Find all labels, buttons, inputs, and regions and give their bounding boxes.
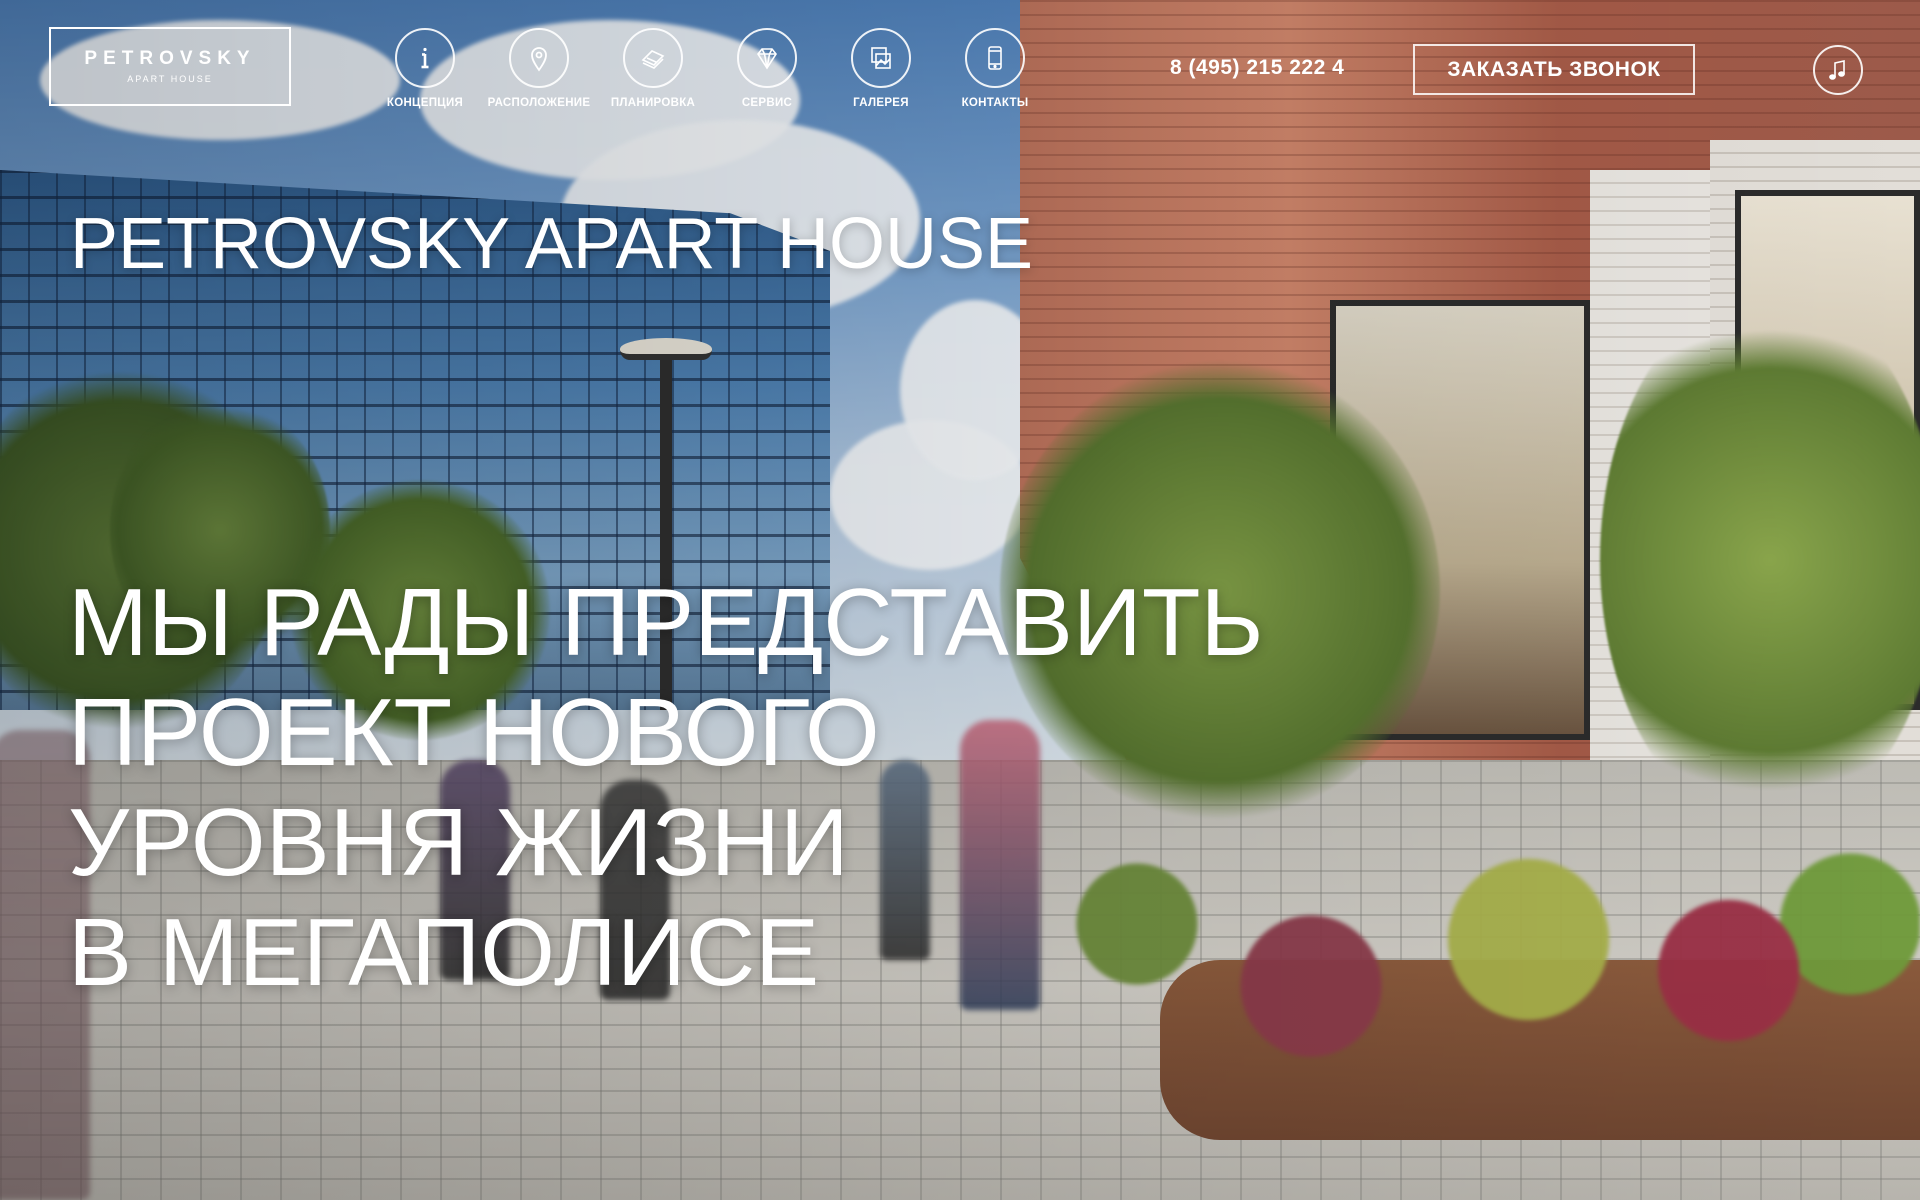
diamond-icon [737,28,797,88]
music-note-icon [1829,60,1845,80]
hero-headline-line: В МЕГАПОЛИСЕ [68,899,820,1006]
nav-item-location[interactable]: РАСПОЛОЖЕНИЕ [482,28,596,112]
nav-label: ГАЛЕРЕЯ [853,97,909,109]
nav-label: РАСПОЛОЖЕНИЕ [487,97,591,109]
nav-item-contacts[interactable]: КОНТАКТЫ [938,28,1052,112]
nav-label: КОНЦЕПЦИЯ [386,97,464,109]
hero-headline-line: УРОВНЯ ЖИЗНИ [68,789,849,896]
nav-label: КОНТАКТЫ [961,97,1029,109]
hero-headline-line: ПРОЕКТ НОВОГО [68,679,880,786]
hero-headline-line: МЫ РАДЫ ПРЕДСТАВИТЬ [68,569,1264,676]
request-call-button[interactable]: ЗАКАЗАТЬ ЗВОНОК [1413,44,1695,95]
nav-item-layout[interactable]: ПЛАНИРОВКА [596,28,710,112]
nav-item-gallery[interactable]: ГАЛЕРЕЯ [824,28,938,112]
hero-headline: МЫ РАДЫ ПРЕДСТАВИТЬ ПРОЕКТ НОВОГО УРОВНЯ… [68,568,1264,1008]
gallery-icon [851,28,911,88]
floor-plan-icon [623,28,683,88]
logo-subtitle: APART HOUSE [127,74,213,84]
phone-icon [965,28,1025,88]
nav-label: СЕРВИС [741,97,793,109]
nav-item-concept[interactable]: КОНЦЕПЦИЯ [368,28,482,112]
map-pin-icon [509,28,569,88]
hero-title: PETROVSKY APART HOUSE [70,204,1033,284]
nav-label: ПЛАНИРОВКА [610,97,696,109]
phone-number[interactable]: 8 (495) 215 222 4 [1170,56,1344,80]
info-icon [395,28,455,88]
logo[interactable]: PETROVSKY APART HOUSE [49,27,291,106]
page: PETROVSKY APART HOUSE КОНЦЕПЦИЯ РАСПОЛОЖ… [0,0,1920,1200]
logo-title: PETROVSKY [84,48,256,69]
nav-item-service[interactable]: СЕРВИС [710,28,824,112]
music-toggle-button[interactable] [1813,45,1863,95]
main-nav: КОНЦЕПЦИЯ РАСПОЛОЖЕНИЕ ПЛАНИРОВКА СЕРВИС… [368,28,1052,112]
